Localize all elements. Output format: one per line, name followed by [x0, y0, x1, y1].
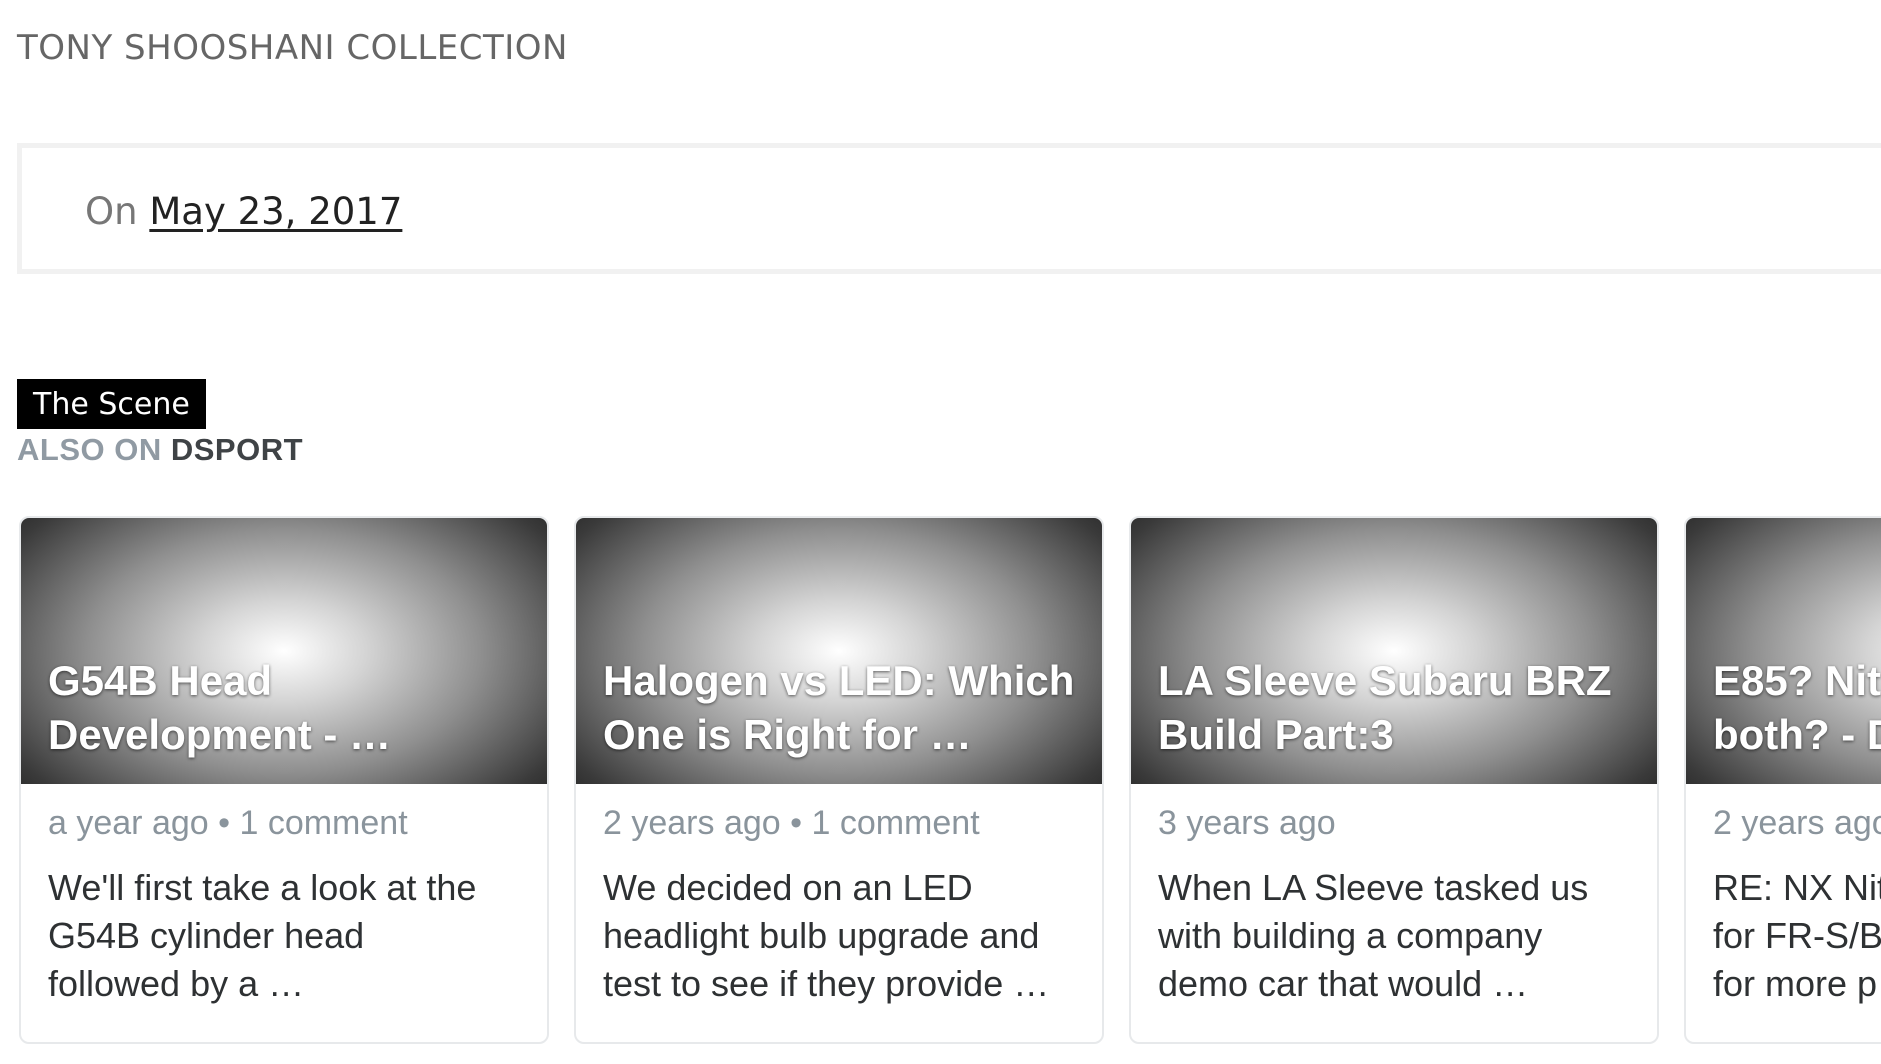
related-posts-carousel: G54B Head Development - … a year ago • 1… — [19, 516, 1881, 1048]
card-thumbnail: G54B Head Development - … — [21, 518, 547, 784]
card-meta: 2 years ago — [1713, 804, 1881, 842]
card-thumbnail: Halogen vs LED: Which One is Right for … — [576, 518, 1102, 784]
card-meta: 3 years ago — [1158, 804, 1336, 842]
related-post-card[interactable]: E85? Nit both? - D 2 years ago RE: NX Ni… — [1684, 516, 1881, 1044]
related-post-card[interactable]: LA Sleeve Subaru BRZ Build Part:3 3 year… — [1129, 516, 1659, 1044]
also-on-label: ALSO ON — [17, 432, 162, 467]
card-meta: 2 years ago • 1 comment — [603, 804, 980, 842]
post-meta-line: On May 23, 2017 — [85, 190, 402, 233]
card-thumbnail: LA Sleeve Subaru BRZ Build Part:3 — [1131, 518, 1657, 784]
collection-title: TONY SHOOSHANI COLLECTION — [17, 28, 568, 68]
post-meta-prefix: On — [85, 190, 138, 233]
card-excerpt: When LA Sleeve tasked us with building a… — [1158, 867, 1589, 1004]
post-meta-box: On May 23, 2017 — [17, 143, 1881, 274]
card-title[interactable]: E85? Nit both? - D — [1713, 654, 1881, 762]
post-date-link[interactable]: May 23, 2017 — [149, 190, 402, 233]
card-excerpt: RE: NX Nit for FR-S/B for more p — [1713, 867, 1881, 1004]
related-post-card[interactable]: Halogen vs LED: Which One is Right for …… — [574, 516, 1104, 1044]
category-tag-the-scene[interactable]: The Scene — [17, 379, 206, 429]
card-excerpt: We'll first take a look at the G54B cyli… — [48, 867, 477, 1004]
card-excerpt: We decided on an LED headlight bulb upgr… — [603, 867, 1050, 1004]
related-post-card[interactable]: G54B Head Development - … a year ago • 1… — [19, 516, 549, 1044]
card-title[interactable]: G54B Head Development - … — [48, 654, 527, 762]
card-title[interactable]: LA Sleeve Subaru BRZ Build Part:3 — [1158, 654, 1637, 762]
card-title[interactable]: Halogen vs LED: Which One is Right for … — [603, 654, 1082, 762]
card-thumbnail: E85? Nit both? - D — [1686, 518, 1881, 784]
also-on-heading: ALSO ON DSPORT — [17, 432, 303, 468]
card-meta: a year ago • 1 comment — [48, 804, 408, 842]
also-on-brand[interactable]: DSPORT — [171, 432, 303, 467]
